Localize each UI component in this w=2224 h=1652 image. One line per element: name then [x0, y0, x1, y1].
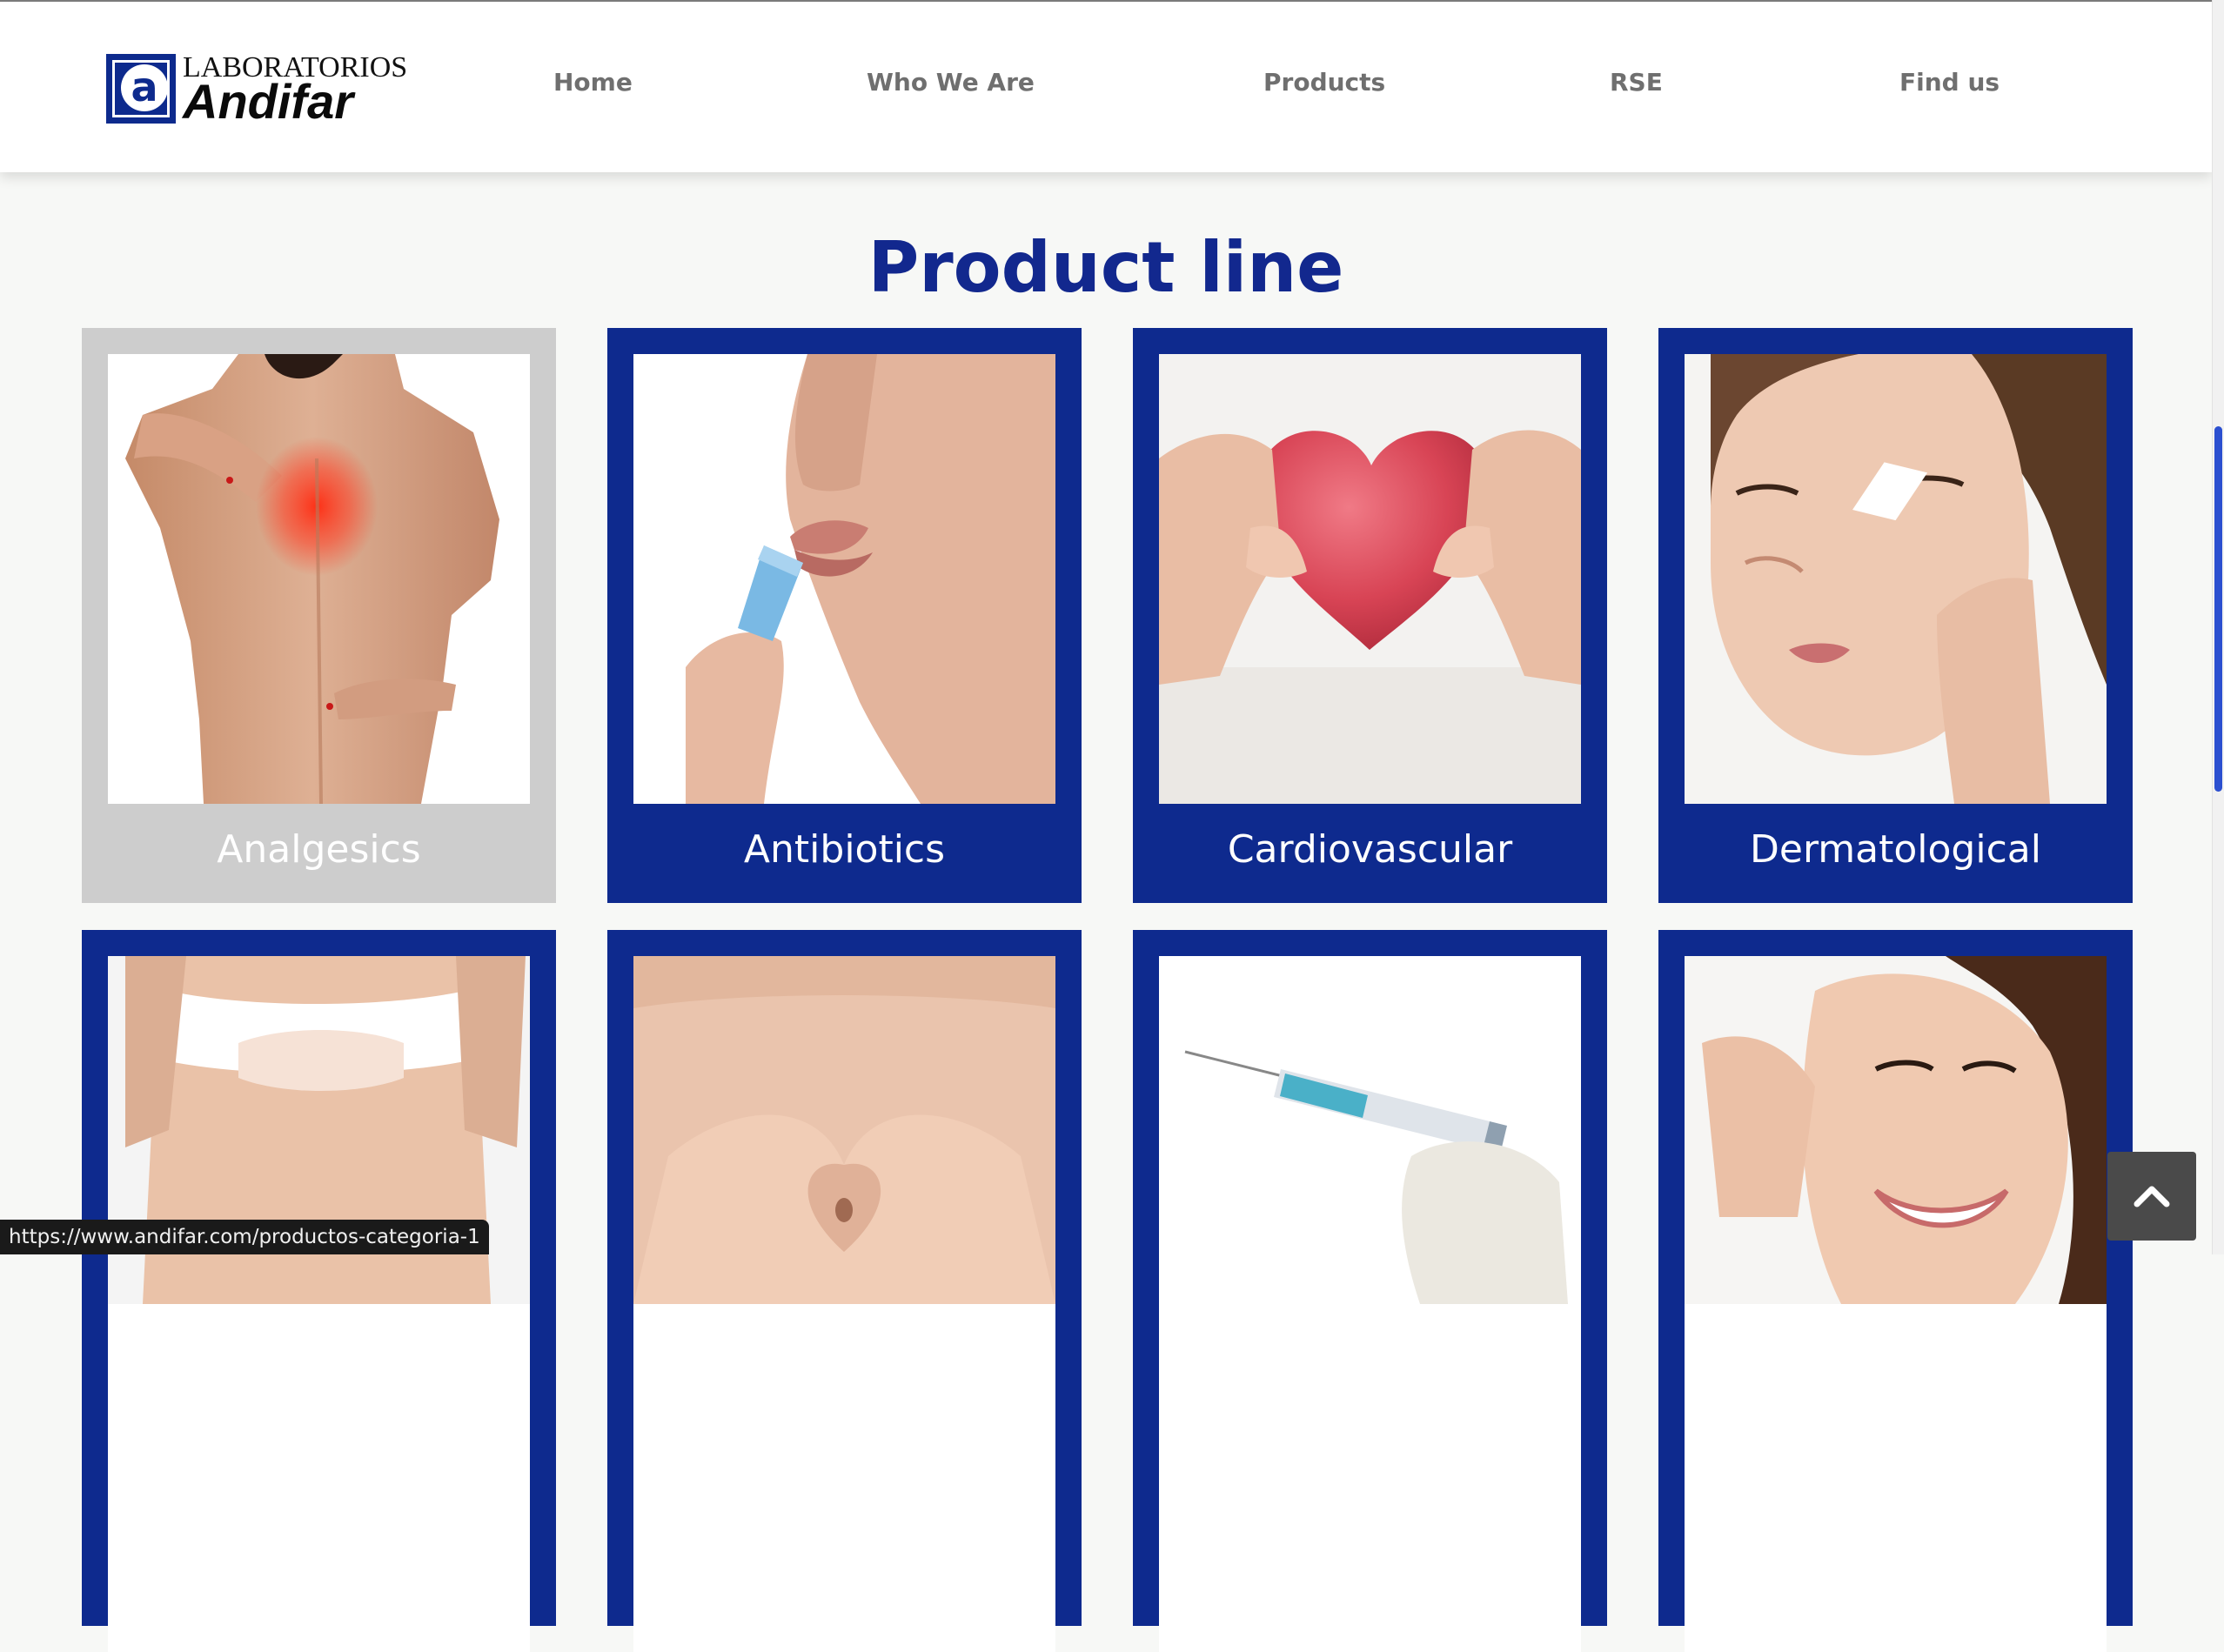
- analgesics-image: [108, 354, 530, 804]
- product-card-6[interactable]: [607, 930, 1082, 1652]
- antibiotics-image: [633, 354, 1055, 804]
- product-card-5[interactable]: [82, 930, 556, 1652]
- product-image-5: [108, 956, 530, 1652]
- logo-brand-name: Andifar: [183, 74, 353, 129]
- cardiovascular-image: [1159, 354, 1581, 804]
- card-label: Dermatological: [1750, 827, 2041, 872]
- card-label: Antibiotics: [743, 827, 946, 872]
- page-title: Product line: [867, 227, 1344, 308]
- product-card-analgesics[interactable]: Analgesics: [82, 328, 556, 903]
- product-image-8: [1685, 956, 2107, 1652]
- product-image-6: [633, 956, 1055, 1652]
- site-header: a LABORATORIOS Andifar Home Who We Are P…: [0, 0, 2212, 172]
- page-scrollbar-thumb[interactable]: [2214, 426, 2222, 792]
- back-to-top-button[interactable]: [2107, 1152, 2196, 1241]
- link-status-url: https://www.andifar.com/productos-catego…: [0, 1220, 489, 1254]
- product-card-dermatological[interactable]: Dermatological: [1658, 328, 2133, 903]
- nav-rse[interactable]: RSE: [1610, 68, 1663, 97]
- product-image-7: [1159, 956, 1581, 1652]
- nav-home[interactable]: Home: [553, 68, 633, 97]
- nav-who-we-are[interactable]: Who We Are: [867, 68, 1035, 97]
- product-card-antibiotics[interactable]: Antibiotics: [607, 328, 1082, 903]
- nav-products[interactable]: Products: [1263, 68, 1385, 97]
- chevron-up-icon: [2134, 1186, 2170, 1207]
- product-card-7[interactable]: [1133, 930, 1607, 1652]
- andifar-logo[interactable]: a LABORATORIOS Andifar: [106, 52, 407, 129]
- logo-mark-icon: a: [106, 54, 176, 124]
- nav-find-us[interactable]: Find us: [1899, 68, 2000, 97]
- product-card-8[interactable]: [1658, 930, 2133, 1652]
- dermatological-image: [1685, 354, 2107, 804]
- product-card-cardiovascular[interactable]: Cardiovascular: [1133, 328, 1607, 903]
- card-label: Analgesics: [217, 827, 421, 872]
- card-label: Cardiovascular: [1227, 827, 1513, 872]
